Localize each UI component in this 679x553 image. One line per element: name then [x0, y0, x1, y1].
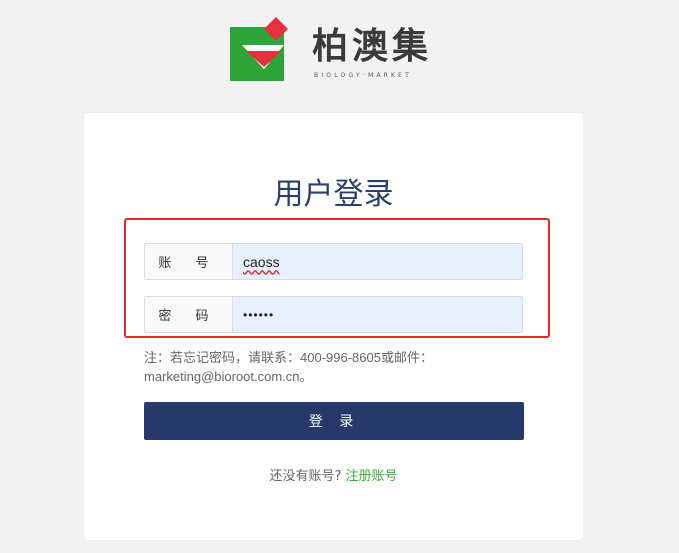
- brand-name: 柏澳集: [312, 26, 433, 67]
- brand-logo: 柏澳集 BIOLOGY·MARKET: [230, 17, 440, 83]
- password-input-value: ••••••: [243, 307, 275, 322]
- register-row: 还没有账号? 注册账号: [84, 465, 583, 484]
- password-field: 密 码 ••••••: [144, 296, 523, 333]
- page-title: 用户登录: [273, 177, 394, 212]
- register-link[interactable]: 注册账号: [346, 469, 398, 484]
- password-input[interactable]: ••••••: [232, 296, 523, 333]
- forgot-password-note: 注：若忘记密码，请联系：400-996-8605或邮件：marketing@bi…: [144, 350, 433, 384]
- account-input[interactable]: caoss: [232, 243, 523, 280]
- register-prompt: 还没有账号?: [269, 469, 342, 484]
- brand-subtitle: BIOLOGY·MARKET: [314, 72, 413, 79]
- account-label: 账 号: [144, 243, 232, 280]
- password-label: 密 码: [144, 296, 232, 333]
- login-card: 用户登录 账 号 caoss 密 码 •••••• 注：若忘记密码，请联系：40…: [84, 113, 583, 540]
- login-button[interactable]: 登 录: [144, 402, 524, 440]
- account-field: 账 号 caoss: [144, 243, 523, 280]
- biology-market-logo-icon: [230, 17, 288, 81]
- account-input-value: caoss: [243, 253, 280, 270]
